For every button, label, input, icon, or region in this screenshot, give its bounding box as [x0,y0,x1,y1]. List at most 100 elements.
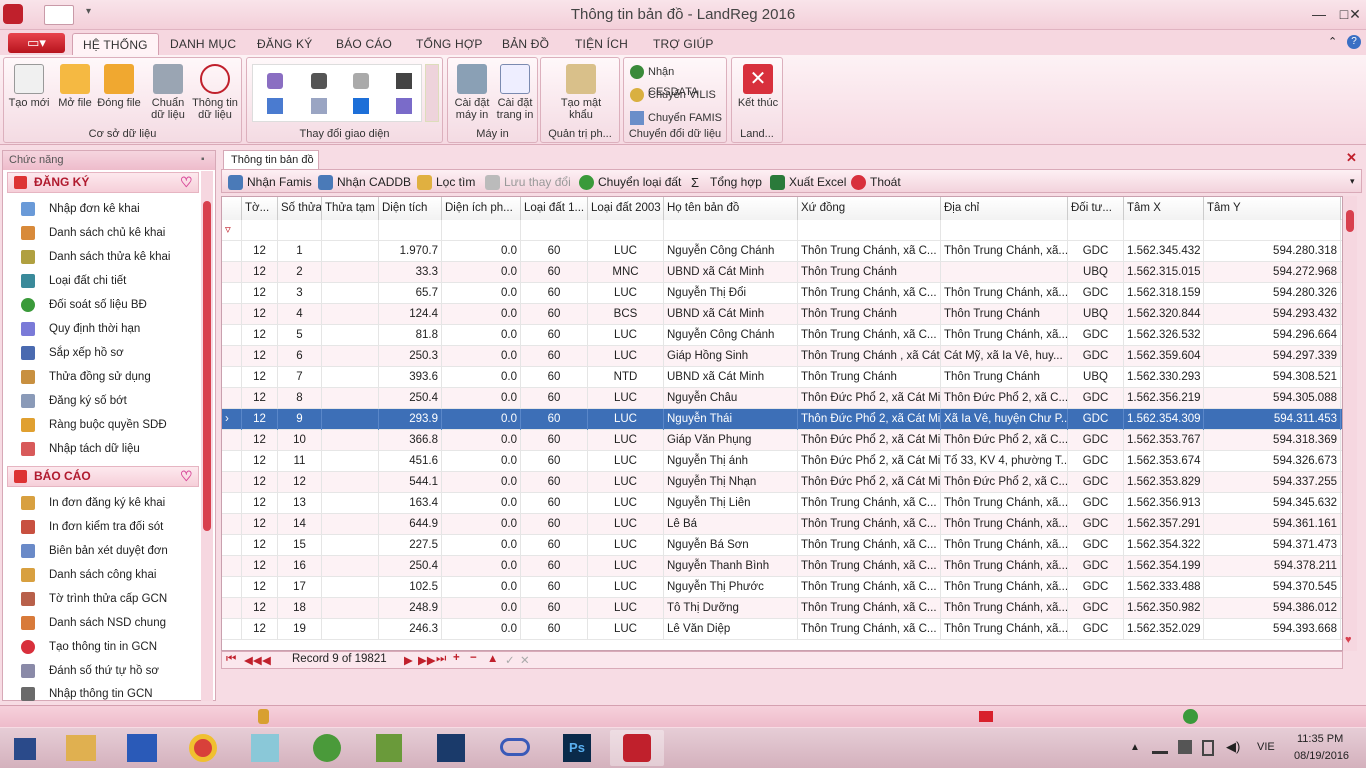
table-row[interactable]: 12 4 124.4 0.0 60 BCS UBND xã Cát Minh Thôn Tru… [222,304,1342,325]
sidebar-item-tao-tt-gcn[interactable]: Tạo thông tin in GCN [17,637,197,657]
table-cell[interactable]: 594.337.255 [1204,472,1341,493]
table-cell[interactable]: Thôn Trung Chánh, xã C... [798,556,941,577]
tab-he-thong[interactable]: HỆ THỐNG [72,33,159,55]
filter-cell[interactable] [1068,220,1124,241]
table-cell[interactable]: Xã Ia Vê, huyện Chư P... [941,409,1068,430]
table-cell[interactable]: 65.7 [379,283,442,304]
table-cell[interactable]: 18 [278,598,322,619]
table-cell[interactable]: LUC [588,325,664,346]
filter-cell[interactable] [322,220,379,241]
row-indicator[interactable] [222,493,242,514]
table-cell[interactable]: Thôn Trung Chánh, xã... [941,619,1068,640]
table-cell[interactable]: Thôn Trung Chánh, xã... [941,283,1068,304]
table-cell[interactable]: Thôn Đức Phổ 2, xã Cát Min [798,430,941,451]
table-cell[interactable]: 0.0 [442,472,521,493]
table-cell[interactable] [322,451,379,472]
table-cell[interactable]: 60 [521,325,588,346]
filter-cell[interactable] [798,220,941,241]
tab-danh-muc[interactable]: DANH MỤC [160,33,246,55]
table-cell[interactable]: 1.562.354.309 [1124,409,1204,430]
table-row[interactable]: 12 14 644.9 0.0 60 LUC Lê Bá Thôn Trung Chánh, … [222,514,1342,535]
table-cell[interactable]: 60 [521,535,588,556]
sidebar-item-nhap-don[interactable]: Nhập đơn kê khai [17,199,197,219]
table-cell[interactable]: Giáp Hồng Sinh [664,346,798,367]
table-cell[interactable]: 60 [521,556,588,577]
mathtype-icon[interactable] [424,730,478,766]
thong-tin-du-lieu-button[interactable]: Thông tin dữ liệu [190,62,240,121]
row-indicator[interactable] [222,283,242,304]
dong-file-button[interactable]: Đóng file [96,62,142,109]
table-cell[interactable]: MNC [588,262,664,283]
table-cell[interactable]: Nguyễn Công Chánh [664,325,798,346]
table-cell[interactable]: Nguyễn Thị Phước [664,577,798,598]
prev-record-icon[interactable]: ◀ [262,653,271,667]
table-cell[interactable]: Thôn Đức Phổ 2, xã Cát Min [798,451,941,472]
table-cell[interactable]: 15 [278,535,322,556]
row-indicator[interactable] [222,367,242,388]
table-cell[interactable]: 366.8 [379,430,442,451]
table-cell[interactable]: Thôn Trung Chánh, xã C... [798,325,941,346]
table-cell[interactable]: 17 [278,577,322,598]
table-cell[interactable]: UBQ [1068,367,1124,388]
table-cell[interactable]: 544.1 [379,472,442,493]
delete-record-icon[interactable]: − [470,652,477,664]
table-cell[interactable]: 12 [242,577,278,598]
table-cell[interactable]: Cát Mỹ, xã Ia Vê, huy... [941,346,1068,367]
table-row[interactable]: 12 17 102.5 0.0 60 LUC Nguyễn Thị Phước Thôn Tr… [222,577,1342,598]
table-cell[interactable]: LUC [588,535,664,556]
filter-icon[interactable]: ▿ [222,220,242,241]
table-cell[interactable]: 0.0 [442,367,521,388]
table-cell[interactable]: 250.4 [379,388,442,409]
column-header[interactable]: Số thửa [278,197,322,220]
table-cell[interactable] [322,556,379,577]
table-cell[interactable] [322,388,379,409]
table-cell[interactable]: 594.293.432 [1204,304,1341,325]
tab-tong-hop[interactable]: TỔNG HỢP [406,33,493,55]
table-cell[interactable]: 12 [242,430,278,451]
help-icon[interactable]: ? [1347,35,1361,49]
table-cell[interactable]: GDC [1068,535,1124,556]
table-cell[interactable]: 250.3 [379,346,442,367]
nhan-famis-button[interactable]: Nhận Famis [228,173,312,191]
column-header[interactable]: Diện tích [379,197,442,220]
add-record-icon[interactable]: + [453,652,460,664]
table-cell[interactable]: 594.308.521 [1204,367,1341,388]
table-cell[interactable]: Thôn Trung Chánh, xã... [941,598,1068,619]
table-cell[interactable]: 12 [242,325,278,346]
table-cell[interactable] [322,283,379,304]
table-cell[interactable]: Thôn Đức Phổ 2, xã C... [941,430,1068,451]
chuan-du-lieu-button[interactable]: Chuẩn dữ liệu [146,62,190,121]
sidebar-item-to-trinh[interactable]: Tờ trình thửa cấp GCN [17,589,197,609]
table-cell[interactable]: 0.0 [442,451,521,472]
table-cell[interactable]: GDC [1068,325,1124,346]
clock-time[interactable]: 11:35 PM [1297,733,1343,745]
table-cell[interactable]: LUC [588,472,664,493]
loc-tim-button[interactable]: Lọc tìm [417,173,475,191]
table-cell[interactable]: 451.6 [379,451,442,472]
table-row[interactable]: 12 19 246.3 0.0 60 LUC Lê Văn Diệp Thôn Trung C… [222,619,1342,640]
table-cell[interactable]: 12 [242,346,278,367]
table-cell[interactable] [322,409,379,430]
toolbar-dropdown-icon[interactable]: ▾ [1350,176,1355,187]
tab-dang-ky[interactable]: ĐĂNG KÝ [247,33,322,55]
table-cell[interactable]: LUC [588,619,664,640]
table-cell[interactable]: UBQ [1068,304,1124,325]
column-header[interactable]: Đối tư... [1068,197,1124,220]
table-cell[interactable] [322,304,379,325]
theme-icon-4[interactable] [396,73,412,89]
filter-cell[interactable] [664,220,798,241]
table-cell[interactable]: Thôn Trung Chánh, xã C... [798,283,941,304]
row-indicator[interactable] [222,472,242,493]
table-cell[interactable]: GDC [1068,409,1124,430]
table-cell[interactable]: Thôn Trung Chánh [798,304,941,325]
table-cell[interactable]: 246.3 [379,619,442,640]
column-header[interactable]: Tâm X [1124,197,1204,220]
table-row[interactable]: 12 2 33.3 0.0 60 MNC UBND xã Cát Minh Thôn Trun… [222,262,1342,283]
table-cell[interactable]: 393.6 [379,367,442,388]
table-row[interactable]: 12 1 1.970.7 0.0 60 LUC Nguyễn Công Chánh Thôn … [222,241,1342,262]
table-cell[interactable]: 594.386.012 [1204,598,1341,619]
table-row[interactable]: 12 12 544.1 0.0 60 LUC Nguyễn Thị Nhạn Thôn Đức… [222,472,1342,493]
table-cell[interactable]: 1.562.333.488 [1124,577,1204,598]
table-cell[interactable]: 8 [278,388,322,409]
table-cell[interactable]: Nguyễn Công Chánh [664,241,798,262]
